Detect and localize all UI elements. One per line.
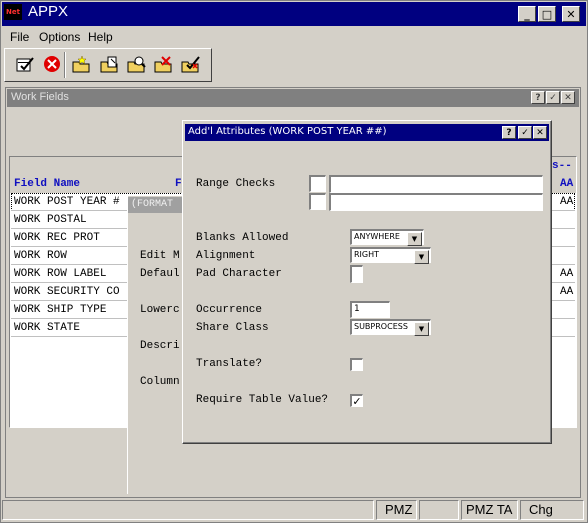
row-field-name: WORK POST YEAR # [14,196,120,208]
maximize-button[interactable]: □ [538,6,556,22]
require-table-value-checkbox[interactable]: ✓ [350,394,363,407]
row-right-value: AA [560,268,574,280]
require-table-value-label: Require Table Value? [196,394,329,406]
app-logo: Net [4,4,22,20]
blanks-allowed-value: ANYWHERE [354,232,400,241]
share-class-value: SUBPROCESS [354,322,408,331]
column-header-dash: s-- [552,160,572,172]
pad-character-input[interactable] [350,265,363,283]
status-cell-message [2,500,374,520]
alignment-label: Alignment [196,250,256,262]
row-right-value: AA [560,286,574,298]
menu-options[interactable]: Options [39,30,80,44]
alignment-value: RIGHT [354,250,380,259]
menu-file[interactable]: File [10,30,29,44]
blanks-allowed-select[interactable]: ANYWHERE ▼ [350,229,424,246]
occurrence-input[interactable]: 1 [350,301,390,318]
share-class-label: Share Class [196,322,269,334]
row-field-name: WORK SECURITY CO [14,286,120,298]
row-field-name: WORK SHIP TYPE [14,304,107,316]
dialog-ok-button[interactable]: ✓ [518,126,532,139]
column-header-field-name[interactable]: Field Name [14,178,80,190]
format-label-column: Column [140,376,180,388]
row-field-name: WORK ROW [14,250,67,262]
alignment-select[interactable]: RIGHT ▼ [350,247,431,264]
row-field-name: WORK STATE [14,322,81,334]
chevron-down-icon[interactable]: ▼ [407,232,422,246]
dialog-help-button[interactable]: ? [502,126,516,139]
status-cell-pmz-ta: PMZ TA [461,500,518,520]
translate-checkbox[interactable] [350,358,363,371]
status-cell-chg: Chg [520,500,584,520]
checklist-ok-icon[interactable] [15,55,35,73]
cancel-icon[interactable] [42,55,62,73]
column-header-aa[interactable]: AA [560,178,573,190]
app-titlebar [2,2,586,26]
blanks-allowed-label: Blanks Allowed [196,232,289,244]
folder-delete-icon[interactable] [154,55,174,73]
work-fields-title: Work Fields [11,91,69,103]
format-label-default: Defaul [140,268,180,280]
status-cell-pmz: PMZ [376,500,417,520]
work-fields-close-button[interactable]: ✕ [561,91,575,104]
folder-checklist-icon[interactable] [181,55,201,73]
translate-label: Translate? [196,358,263,370]
range-check-value-1[interactable] [329,175,543,193]
format-label-lowercase: Lowerc [140,304,180,316]
occurrence-label: Occurrence [196,304,263,316]
row-field-name: WORK ROW LABEL [14,268,107,280]
folder-new-icon[interactable] [72,55,92,73]
check-icon: ✓ [352,395,362,408]
format-label-description: Descri [140,340,180,352]
menu-help[interactable]: Help [88,30,113,44]
range-checks-label: Range Checks [196,178,276,190]
dialog-close-button[interactable]: ✕ [533,126,547,139]
toolbar-separator [64,52,66,78]
work-fields-ok-button[interactable]: ✓ [546,91,560,104]
format-label-edit-mask: Edit M [140,250,180,262]
column-header-f[interactable]: F [175,178,182,190]
dialog-title: Add'l Attributes (WORK POST YEAR ##) [188,126,387,137]
chevron-down-icon[interactable]: ▼ [414,250,429,264]
format-title: (FORMAT [131,199,174,210]
folder-search-icon[interactable] [127,55,147,73]
range-check-op-2[interactable] [309,193,326,210]
pad-character-label: Pad Character [196,268,282,280]
range-check-op-1[interactable] [309,175,326,192]
row-right-value: AA [560,196,574,208]
range-check-value-2[interactable] [329,193,543,211]
share-class-select[interactable]: SUBPROCESS ▼ [350,319,431,336]
status-cell-empty [419,500,459,520]
row-field-name: WORK REC PROT [14,232,100,244]
close-button[interactable]: ✕ [562,6,580,22]
row-field-name: WORK POSTAL [14,214,87,226]
app-title: APPX [28,3,69,20]
folder-edit-icon[interactable] [100,55,120,73]
chevron-down-icon[interactable]: ▼ [414,322,429,336]
minimize-button[interactable]: _ [518,6,536,22]
work-fields-help-button[interactable]: ? [531,91,545,104]
work-fields-titlebar [7,89,579,107]
